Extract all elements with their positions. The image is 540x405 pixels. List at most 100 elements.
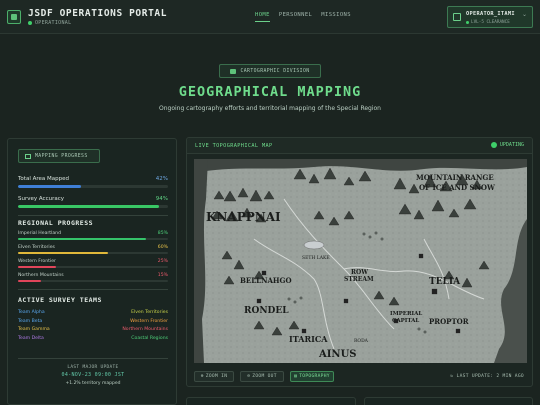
team-area: Coastal Regions	[131, 335, 168, 341]
portal-title: JSDF OPERATIONS PORTAL	[28, 8, 168, 19]
map-label-itarica: ITARICA	[289, 334, 328, 344]
bottom-card-right	[364, 397, 533, 405]
clearance-label: LVL-5 CLEARANCE	[471, 20, 510, 25]
region-value: 85%	[157, 231, 168, 236]
team-area: Northern Mountains	[122, 327, 168, 332]
region-progress-fill	[18, 280, 41, 282]
map-label-seth-lake: SETH LAKE	[302, 255, 330, 261]
region-label: Imperial Heartland	[18, 231, 61, 236]
progress-bar-fill	[18, 185, 81, 188]
nav-missions[interactable]: MISSIONS	[321, 12, 351, 22]
portal-logo-icon	[7, 10, 21, 24]
team-row: Team Beta Western Frontier	[18, 319, 168, 328]
team-area: Western Frontier	[130, 318, 168, 324]
zoom-out-button[interactable]: ⊖ ZOOM OUT	[240, 371, 284, 382]
map-label-ice-snow: OF ICE AND SNOW	[419, 183, 495, 192]
division-badge: CARTOGRAPHIC DIVISION	[219, 64, 321, 78]
map-label-bellnahgo: BELLNAHGO	[240, 276, 292, 285]
map-status: UPDATING	[490, 142, 524, 148]
divider	[18, 358, 168, 359]
zoom-out-label: ZOOM OUT	[252, 374, 277, 379]
region-value: 60%	[157, 245, 168, 250]
last-major-update: LAST MAJOR UPDATE 04-NOV-23 09:00 JST +1…	[18, 365, 168, 386]
region-progress-item: Imperial Heartland 85%	[18, 231, 168, 240]
region-progress-bar	[18, 252, 168, 254]
division-badge-label: CARTOGRAPHIC DIVISION	[240, 68, 310, 74]
update-label: LAST MAJOR UPDATE	[67, 365, 119, 370]
team-name: Team Alpha	[18, 310, 45, 315]
page-title: GEOGRAPHICAL MAPPING	[178, 84, 362, 100]
mapping-progress-badge: MAPPING PROGRESS	[18, 149, 100, 163]
progress-icon	[25, 153, 31, 159]
region-progress-fill	[18, 252, 108, 254]
main-nav: HOME PERSONNEL MISSIONS	[255, 12, 351, 22]
map-label-roda: RODA	[354, 338, 369, 344]
region-progress-bar	[18, 238, 168, 240]
update-date: 04-NOV-23 09:00 JST	[61, 372, 125, 378]
refresh-icon: ↻	[450, 374, 454, 379]
region-value: 15%	[157, 273, 168, 278]
live-map-panel: LIVE TOPOGRAPHICAL MAP UPDATING KNAPPNAI…	[186, 137, 533, 387]
update-note: +1.2% territory mapped	[65, 381, 121, 386]
region-progress-bar	[18, 266, 168, 268]
metric-total-area: Total Area Mapped 42%	[18, 176, 168, 188]
team-name: Team Gamma	[18, 327, 50, 332]
team-name: Team Beta	[18, 318, 43, 324]
team-list: Team Alpha Elven Territories Team Beta W…	[18, 310, 168, 344]
top-header: JSDF OPERATIONS PORTAL OPERATIONAL HOME …	[0, 0, 540, 34]
mapping-progress-panel: MAPPING PROGRESS Total Area Mapped 42% S…	[7, 138, 177, 405]
progress-bar-fill	[18, 205, 159, 208]
progress-bar	[18, 185, 168, 188]
bottom-card-left	[186, 397, 356, 405]
map-badge-icon	[230, 68, 237, 74]
team-row: Team Delta Coastal Regions	[18, 336, 168, 345]
region-progress-fill	[18, 266, 56, 268]
region-progress-item: Elven Territories 60%	[18, 245, 168, 254]
region-progress-bar	[18, 280, 168, 282]
zoom-in-label: ZOOM IN	[205, 374, 228, 379]
operator-menu[interactable]: OPERATOR_ITAMI LVL-5 CLEARANCE ⌄	[447, 6, 533, 28]
metric-label: Survey Accuracy	[18, 196, 64, 202]
zoom-in-icon: ⊕	[200, 374, 204, 379]
live-indicator-icon	[490, 142, 497, 148]
zoom-out-icon: ⊖	[247, 374, 251, 379]
nav-personnel[interactable]: PERSONNEL	[279, 12, 312, 22]
map-label-knappnai: KNAPPNAI	[206, 210, 281, 224]
status-dot-icon	[28, 21, 32, 25]
map-controls: ⊕ ZOOM IN ⊖ ZOOM OUT ▤ TOPOGRAPHY ↻ LAST…	[187, 369, 532, 386]
map-label-ainus: AINUS	[318, 349, 357, 360]
region-progress-fill	[18, 238, 146, 240]
active-teams-title: ACTIVE SURVEY TEAMS	[18, 296, 102, 304]
metric-value: 94%	[155, 196, 168, 202]
region-label: Western Frontier	[18, 259, 56, 264]
metric-value: 42%	[155, 176, 168, 182]
page-subtitle: Ongoing cartography efforts and territor…	[158, 105, 381, 112]
topographical-map[interactable]: KNAPPNAI MOUNTAIN RANGE OF ICE AND SNOW …	[194, 159, 527, 363]
map-label-mountain-range: MOUNTAIN RANGE	[416, 173, 494, 182]
map-status-label: UPDATING	[499, 142, 524, 148]
zoom-in-button[interactable]: ⊕ ZOOM IN	[194, 371, 234, 382]
map-label-capital: CAPITAL	[392, 318, 419, 324]
region-label: Elven Territories	[18, 245, 55, 250]
region-label: Northern Mountains	[18, 273, 64, 278]
operator-name: OPERATOR_ITAMI	[466, 11, 515, 17]
map-last-update: ↻ LAST UPDATE: 2 MIN AGO	[450, 374, 524, 379]
mapping-progress-label: MAPPING PROGRESS	[35, 153, 88, 159]
system-status-label: OPERATIONAL	[35, 20, 72, 26]
map-title: LIVE TOPOGRAPHICAL MAP	[195, 143, 273, 149]
map-label-stream: STREAM	[344, 276, 374, 283]
progress-bar	[18, 205, 168, 208]
clearance-dot-icon	[466, 21, 469, 24]
metric-label: Total Area Mapped	[18, 176, 69, 182]
nav-home[interactable]: HOME	[255, 12, 270, 22]
team-area: Elven Territories	[131, 310, 168, 315]
region-value: 25%	[157, 259, 168, 264]
clearance-level: LVL-5 CLEARANCE	[466, 20, 510, 25]
map-header: LIVE TOPOGRAPHICAL MAP UPDATING	[187, 138, 532, 154]
region-progress-item: Northern Mountains 15%	[18, 273, 168, 282]
map-label-proptor: PROPTOR	[429, 317, 469, 326]
chevron-down-icon[interactable]: ⌄	[522, 11, 527, 18]
divider	[18, 215, 168, 216]
topography-button[interactable]: ▤ TOPOGRAPHY	[290, 371, 334, 382]
map-label-telia: TELIA	[429, 277, 461, 287]
